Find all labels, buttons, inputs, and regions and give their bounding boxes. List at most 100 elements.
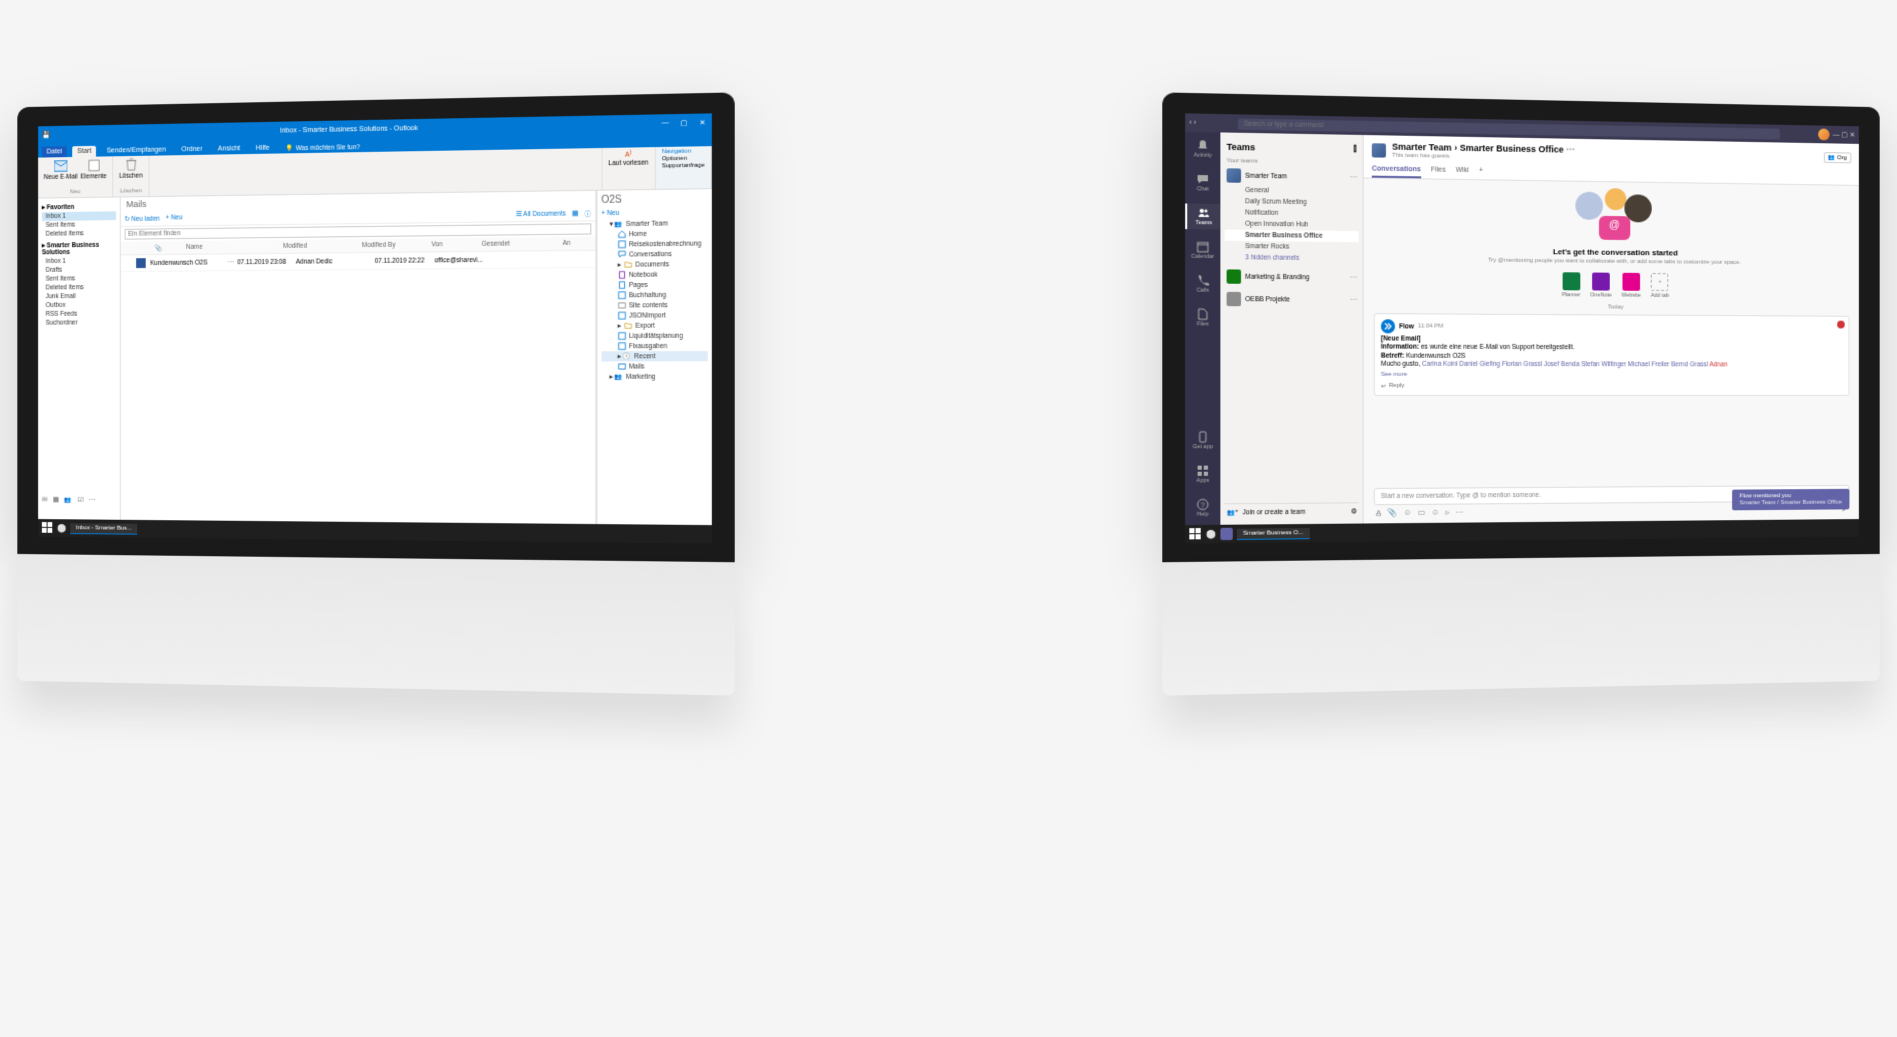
add-tab-button[interactable]: +: [1479, 164, 1483, 179]
rail-files[interactable]: Files: [1185, 305, 1220, 331]
rail-help[interactable]: ?Help: [1185, 495, 1220, 521]
rail-apps[interactable]: Apps: [1185, 461, 1220, 487]
team-smarter[interactable]: Smarter Team ⋯: [1225, 166, 1359, 186]
tile-planner[interactable]: Planner: [1562, 272, 1581, 298]
folder-deleted[interactable]: Deleted Items: [42, 229, 116, 239]
hidden-channels[interactable]: 3 hidden channels: [1225, 252, 1359, 264]
team-oebb[interactable]: OEBB Projekte ⋯: [1225, 290, 1359, 309]
tab-conversations[interactable]: Conversations: [1372, 162, 1421, 178]
format-icon[interactable]: A̲: [1376, 508, 1381, 517]
more-nav-icon[interactable]: ⋯: [89, 496, 95, 504]
tab-files[interactable]: Files: [1431, 163, 1446, 178]
sticker-icon[interactable]: ☺: [1431, 508, 1439, 517]
flow-message[interactable]: Flow 11:04 PM [Neue Email] Information: …: [1374, 313, 1850, 395]
search-taskbar-icon[interactable]: ⚪: [1206, 529, 1216, 538]
gif-icon[interactable]: ▭: [1418, 508, 1426, 517]
tree-pages[interactable]: Pages: [601, 279, 707, 290]
col-modified[interactable]: Modified: [283, 242, 342, 250]
back-button[interactable]: ‹: [1189, 119, 1191, 126]
mention-toast[interactable]: Flow mentioned you Smarter Team / Smarte…: [1732, 489, 1850, 511]
maximize-button[interactable]: ▢: [1841, 131, 1847, 139]
tree-recent[interactable]: ▸ 🕓 Recent: [601, 351, 707, 361]
taskbar-teams-icon[interactable]: [1220, 528, 1232, 540]
rail-chat[interactable]: Chat: [1185, 170, 1220, 196]
tasks-nav-icon[interactable]: ☑: [78, 496, 84, 504]
tab-help[interactable]: Hilfe: [251, 143, 274, 154]
tab-folder[interactable]: Ordner: [177, 144, 208, 155]
people-nav-icon[interactable]: 👥: [64, 496, 72, 504]
col-modifiedby[interactable]: Modified By: [362, 242, 412, 250]
tree-buch[interactable]: Buchhaltung: [601, 290, 707, 301]
col-gesendet[interactable]: Gesendet: [482, 240, 543, 248]
new-mail-button[interactable]: + Neu: [166, 214, 183, 221]
tree-mails[interactable]: Mails: [601, 361, 707, 371]
favorites-header[interactable]: ▸ Favoriten: [42, 202, 116, 211]
minimize-button[interactable]: —: [660, 119, 670, 127]
emoji-icon[interactable]: ☺: [1403, 508, 1411, 517]
channel-more-icon[interactable]: ⋯: [1566, 145, 1575, 155]
tab-view[interactable]: Ansicht: [213, 143, 245, 154]
quickaccess-save-icon[interactable]: 💾: [42, 131, 50, 139]
account-header[interactable]: ▸ Smarter Business Solutions: [42, 241, 116, 256]
attach-icon[interactable]: 📎: [1387, 508, 1397, 517]
forward-button[interactable]: ›: [1194, 119, 1196, 126]
see-more-link[interactable]: See more: [1381, 372, 1843, 380]
join-team-icon[interactable]: 👥⁺: [1227, 508, 1239, 516]
start-button[interactable]: [1189, 528, 1201, 540]
tile-addtab[interactable]: +Add tab: [1651, 273, 1669, 299]
nav-button[interactable]: Navigation: [662, 148, 705, 155]
view-toggle-icon[interactable]: ▦: [572, 209, 578, 217]
folder-search[interactable]: Suchordner: [42, 318, 116, 327]
delete-button[interactable]: Löschen: [119, 158, 143, 180]
tree-json[interactable]: JSONImport: [601, 310, 707, 321]
breadcrumb-team[interactable]: Smarter Team: [1392, 142, 1452, 153]
meet-icon[interactable]: ▹: [1446, 508, 1450, 517]
new-items-button[interactable]: Elemente: [81, 158, 107, 180]
search-taskbar-icon[interactable]: ⚪: [57, 524, 66, 533]
close-button[interactable]: ✕: [1850, 131, 1856, 139]
tree-liquid[interactable]: Liquiditätsplanung: [601, 331, 707, 342]
new-email-button[interactable]: Neue E-Mail: [44, 159, 78, 181]
mail-nav-icon[interactable]: ✉: [42, 496, 47, 504]
col-von[interactable]: Von: [431, 241, 461, 248]
reply-button[interactable]: ↩ Reply: [1381, 382, 1843, 389]
tile-website[interactable]: Website: [1622, 273, 1641, 299]
tab-wiki[interactable]: Wiki: [1456, 164, 1469, 179]
tree-export[interactable]: ▸ Export: [601, 320, 707, 331]
all-docs-filter[interactable]: ☰ All Documents: [516, 209, 566, 218]
read-aloud-button[interactable]: A) Laut vorlesen: [608, 149, 648, 167]
tree-site[interactable]: Site contents: [601, 300, 707, 311]
rail-teams[interactable]: Teams: [1185, 203, 1220, 229]
tree-marketing[interactable]: ▸ 👥 Marketing: [601, 371, 707, 381]
reload-button[interactable]: ↻ Neu laden: [124, 214, 159, 222]
mail-row[interactable]: Kundenwunsch O2S ⋯ 07.11.2019 23:08 Adna…: [121, 251, 596, 272]
tab-file[interactable]: Datei: [42, 146, 67, 157]
filter-icon[interactable]: ⫾: [1354, 143, 1357, 154]
team-more-icon[interactable]: ⋯: [1350, 296, 1357, 304]
profile-avatar[interactable]: [1818, 128, 1829, 140]
tab-start[interactable]: Start: [73, 146, 97, 157]
col-an[interactable]: An: [562, 240, 570, 247]
team-more-icon[interactable]: ⋯: [1350, 173, 1357, 181]
settings-gear-icon[interactable]: ⚙: [1351, 507, 1357, 515]
team-marketing[interactable]: Marketing & Branding ⋯: [1225, 267, 1359, 286]
folder-outbox[interactable]: Outbox: [42, 301, 116, 310]
minimize-button[interactable]: —: [1833, 131, 1840, 138]
taskbar-outlook[interactable]: Inbox - Smarter Bus...: [70, 523, 137, 534]
rail-calendar[interactable]: Calendar: [1185, 237, 1220, 263]
close-button[interactable]: ✕: [697, 119, 707, 127]
mentions[interactable]: Carina Koini Daniel Giefing Florian Gras…: [1422, 361, 1708, 369]
start-button[interactable]: [42, 522, 53, 534]
folder-rss[interactable]: RSS Feeds: [42, 310, 116, 319]
options-button[interactable]: Optionen: [662, 155, 705, 162]
more-compose-icon[interactable]: ⋯: [1456, 508, 1464, 517]
calendar-nav-icon[interactable]: ▦: [53, 496, 59, 504]
maximize-button[interactable]: ▢: [679, 119, 689, 127]
support-button[interactable]: Supportanfrage: [662, 163, 705, 170]
rail-calls[interactable]: Calls: [1185, 271, 1220, 297]
tile-onenote[interactable]: OneNote: [1590, 273, 1612, 299]
join-team-button[interactable]: Join or create a team: [1243, 508, 1306, 516]
taskbar-teams-window[interactable]: Smarter Business O...: [1237, 528, 1310, 540]
rail-activity[interactable]: Activity: [1185, 136, 1220, 162]
org-button[interactable]: 👥 Org: [1824, 152, 1852, 163]
